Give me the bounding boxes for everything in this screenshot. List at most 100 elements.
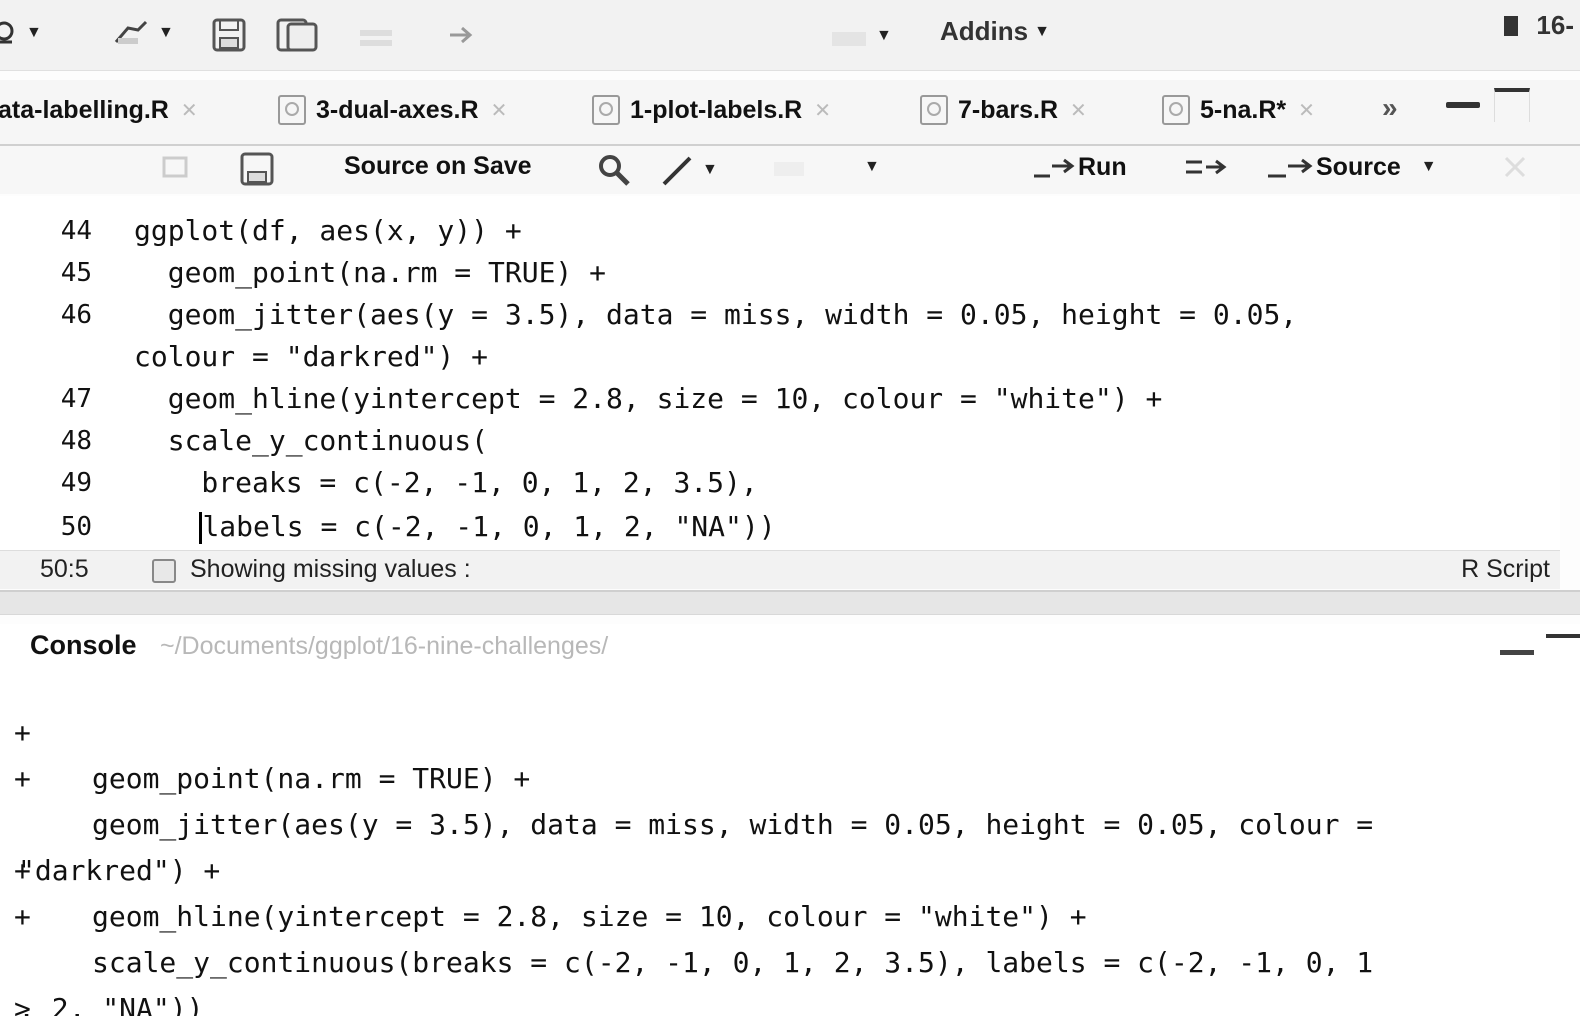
console-tab[interactable]: Console [30,630,137,661]
console-output[interactable]: + geom_point(na.rm = TRUE) + + geom_jitt… [0,664,1580,1016]
print-icon [360,30,392,46]
save-button[interactable] [212,18,246,52]
source-label: Source [1316,152,1401,181]
maximize-pane-icon[interactable] [1546,634,1580,668]
save-all-icon [276,18,318,52]
line-number: 49 [60,468,92,498]
close-icon[interactable]: ✕ [491,98,508,123]
open-project-button[interactable]: ▼ [112,18,174,48]
arrow-right-icon [450,26,473,44]
back-button[interactable] [158,152,194,182]
tab-label: 1-plot-labels.R [630,95,803,124]
code-line[interactable]: 45 geom_point(na.rm = TRUE) + [0,252,1560,294]
open-project-icon [114,20,148,44]
code-text: geom_hline(yintercept = 2.8, size = 10, … [134,382,1163,415]
code-line-wrapped[interactable]: colour = "darkred") + [0,336,1560,378]
code-editor[interactable]: 44 ggplot(df, aes(x, y)) + 45 geom_point… [0,196,1560,550]
code-line[interactable]: 44 ggplot(df, aes(x, y)) + [0,210,1560,252]
code-line[interactable]: 47 geom_hline(yintercept = 2.8, size = 1… [0,378,1560,420]
code-rest: labels = c(-2, -1, 0, 1, 2, "NA")) [202,510,776,543]
console-line: + scale_y_continuous(breaks = c(-2, -1, … [0,848,1580,979]
find-replace-button[interactable] [596,152,632,188]
source-button[interactable]: Source ▼ [1264,152,1437,182]
editor-status-bar: 50:5 Showing missing values : R Script [0,550,1560,589]
code-tools-button[interactable]: ▼ [660,152,718,188]
console-text: , 2, "NA")) [18,992,204,1016]
working-directory-path[interactable]: ~/Documents/ggplot/16-nine-challenges/ [160,632,608,661]
source-arrow-icon [1268,158,1313,178]
console-prompt: > [14,992,31,1016]
chevron-down-icon: ▼ [876,27,892,44]
r-file-icon [1162,95,1190,125]
tab-overflow-button[interactable]: » [1382,92,1398,124]
section-icon [152,559,176,583]
line-number: 45 [60,258,92,288]
editor-tab-bar: ata-labelling.R ✕ 3-dual-axes.R ✕ 1-plot… [0,80,1580,146]
tab-label: 3-dual-axes.R [316,95,479,124]
new-file-button[interactable]: ▼ [0,18,42,48]
close-icon[interactable]: ✕ [1070,98,1087,123]
tab-label: 7-bars.R [958,95,1059,124]
console-line: + geom_jitter(aes(y = 3.5), data = miss,… [0,710,1580,841]
console-input-line[interactable]: > [0,940,1580,1016]
chevron-down-icon: ▼ [158,24,174,41]
grid-icon [832,32,866,46]
new-file-icon [0,21,14,44]
tab-label: ata-labelling.R [0,95,169,124]
close-icon[interactable]: ✕ [181,98,198,123]
chevron-down-icon: ▼ [1034,22,1050,40]
source-on-save-checkbox[interactable]: Source on Save [344,152,532,181]
print-button[interactable] [358,26,394,48]
minimize-pane-icon[interactable] [1446,102,1480,108]
search-icon [599,155,630,186]
minimize-pane-icon[interactable] [1500,650,1534,655]
tab-dual-axes[interactable]: 3-dual-axes.R ✕ [278,90,507,130]
run-button[interactable]: Run [1030,152,1127,182]
code-line[interactable]: 48 scale_y_continuous( [0,420,1560,462]
line-number: 50 [60,512,92,542]
cursor-position: 50:5 [40,555,89,583]
chevron-down-icon: ▼ [864,158,880,175]
code-text: geom_jitter(aes(y = 3.5), data = miss, w… [134,298,1298,331]
code-text: colour = "darkred") + [134,340,489,373]
outline-icon [1504,156,1526,178]
tab-bars[interactable]: 7-bars.R ✕ [920,90,1087,130]
tab-na[interactable]: 5-na.R* ✕ [1162,90,1315,130]
addins-menu[interactable]: Addins ▼ [940,16,1050,47]
project-menu[interactable]: 16- [1498,10,1574,41]
outline-button[interactable] [1500,152,1530,182]
close-icon[interactable]: ✕ [1298,98,1315,123]
close-icon[interactable]: ✕ [814,98,831,123]
code-line[interactable]: 46 geom_jitter(aes(y = 3.5), data = miss… [0,294,1560,336]
chevron-down-icon: ▼ [26,24,42,41]
source-on-save-label: Source on Save [344,152,532,180]
file-type-selector[interactable]: R Script [1461,555,1550,584]
addins-label: Addins [940,16,1029,46]
console-line: , 2, "NA")) [0,894,1580,1016]
code-text: scale_y_continuous( [134,424,489,457]
code-line[interactable]: 49 breaks = c(-2, -1, 0, 1, 2, 3.5), [0,462,1560,504]
compile-report-button[interactable]: ▼ [770,152,880,182]
r-file-icon [278,95,306,125]
line-number: 47 [60,384,92,414]
pane-splitter[interactable] [0,590,1580,615]
rerun-button[interactable] [1182,152,1230,182]
code-line-active[interactable]: 50 labels = c(-2, -1, 0, 1, 2, "NA")) [0,506,1560,548]
code-text: ggplot(df, aes(x, y)) + [134,214,522,247]
workspace-panes-button[interactable]: ▼ [830,22,892,50]
tab-data-labelling[interactable]: ata-labelling.R ✕ [0,90,198,130]
chevron-down-icon: ▼ [1420,158,1437,175]
project-icon [1504,15,1519,36]
maximize-pane-icon[interactable] [1494,88,1530,122]
tab-plot-labels[interactable]: 1-plot-labels.R ✕ [592,90,831,130]
save-all-button[interactable] [276,18,318,52]
console-line: + geom_hline(yintercept = 2.8, size = 10… [0,802,1580,933]
chevron-down-icon: ▼ [702,161,718,178]
go-to-file-button[interactable] [446,22,478,48]
save-icon [240,152,274,186]
editor-save-button[interactable] [240,152,274,186]
section-navigator[interactable]: Showing missing values : [190,555,471,584]
report-icon [774,162,804,176]
r-file-icon [920,95,948,125]
